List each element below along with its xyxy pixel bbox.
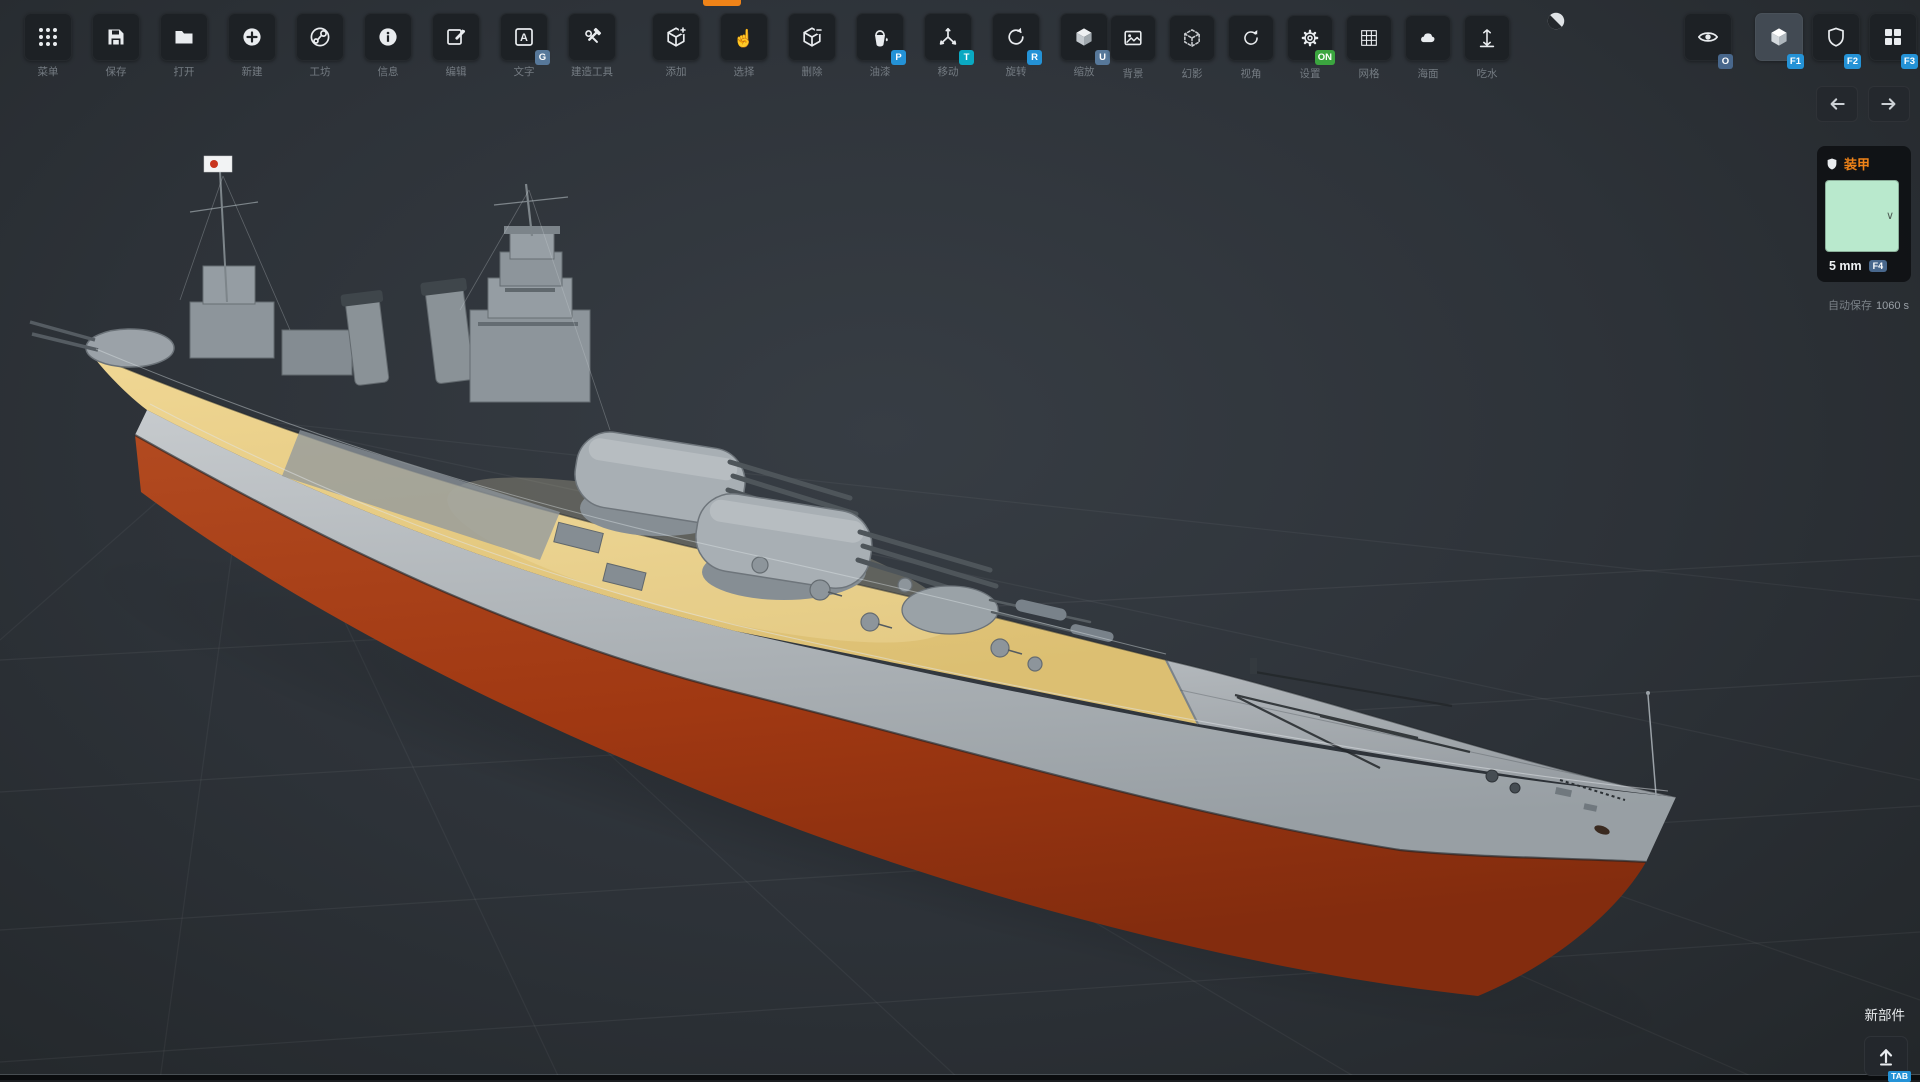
apps-grid-icon — [36, 25, 60, 49]
open-button[interactable]: 打开 — [160, 13, 208, 61]
view-reset-button[interactable]: 视角 — [1228, 15, 1274, 61]
cube-add-icon — [664, 25, 688, 49]
toggle-state-badge: ON — [1315, 50, 1335, 65]
steam-icon — [308, 25, 332, 49]
autosave-status: 自动保存 1060 s — [1828, 297, 1909, 313]
hand-pointer-icon: ☝ — [732, 25, 756, 49]
solid-cube-icon — [1767, 25, 1791, 49]
arrow-right-icon — [1879, 94, 1899, 114]
hotkey-badge: G — [535, 50, 550, 65]
ghost-cube-icon — [1181, 27, 1203, 49]
parts-panel-button[interactable]: F1 — [1755, 13, 1803, 61]
edit-pencil-icon — [444, 25, 468, 49]
add-block-button[interactable]: 添加 — [652, 13, 700, 61]
save-icon — [104, 25, 128, 49]
folder-icon — [172, 25, 196, 49]
armor-color-swatch[interactable]: ∨ — [1825, 180, 1899, 252]
shield-icon — [1825, 157, 1839, 171]
eye-icon — [1696, 25, 1720, 49]
hotkey-badge: F4 — [1869, 260, 1888, 272]
solid-cube-icon — [1072, 25, 1096, 49]
hotkey-badge: TAB — [1888, 1071, 1911, 1082]
letter-a-icon: A — [512, 25, 536, 49]
hotkey-badge: U — [1095, 50, 1110, 65]
hotkey-badge: F3 — [1901, 54, 1918, 69]
hotkey-badge: F1 — [1787, 54, 1804, 69]
layout-panel-button[interactable]: F3 — [1869, 13, 1917, 61]
new-part-label: 新部件 — [1865, 1004, 1906, 1024]
gear-icon — [1299, 27, 1321, 49]
move-tool-button[interactable]: T 移动 — [924, 13, 972, 61]
ghost-blocks-button[interactable]: 幻影 — [1169, 15, 1215, 61]
armor-thickness-value: 5 mm — [1829, 259, 1862, 273]
rename-button[interactable]: 编辑 — [432, 13, 480, 61]
armor-panel-title: 装甲 — [1844, 154, 1870, 173]
toolbar-center: 背景 幻影 视角 ON 设置 网格 海面 吃水 — [1110, 15, 1510, 61]
hotkey-badge: R — [1027, 50, 1042, 65]
visibility-toggle-button[interactable]: O — [1684, 13, 1732, 61]
plus-circle-icon — [240, 25, 264, 49]
hotkey-badge: P — [891, 50, 906, 65]
viewport-3d[interactable] — [0, 0, 1920, 1080]
redo-button[interactable] — [1868, 86, 1910, 122]
axis-gizmo-icon — [936, 25, 960, 49]
blob-icon — [1417, 27, 1439, 49]
draft-marks-button[interactable]: 吃水 — [1464, 15, 1510, 61]
shield-icon — [1824, 25, 1848, 49]
water-toggle-button[interactable]: 海面 — [1405, 15, 1451, 61]
decal-text-button[interactable]: A G 文字 — [500, 13, 548, 61]
tools-icon — [580, 25, 604, 49]
undo-button[interactable] — [1816, 86, 1858, 122]
info-button[interactable]: 信息 — [364, 13, 412, 61]
arrow-left-icon — [1827, 94, 1847, 114]
settings-toggle-button[interactable]: ON 设置 — [1287, 15, 1333, 61]
info-icon — [376, 25, 400, 49]
active-tool-indicator — [703, 0, 741, 6]
rotate-tool-button[interactable]: R 旋转 — [992, 13, 1040, 61]
resize-tool-button[interactable]: U 缩放 — [1060, 13, 1108, 61]
apps-menu-button[interactable]: 菜单 — [24, 13, 72, 61]
autosave-label: 自动保存 — [1828, 300, 1872, 312]
refresh-icon — [1240, 27, 1262, 49]
save-button[interactable]: 保存 — [92, 13, 140, 61]
cube-remove-icon — [800, 25, 824, 49]
select-tool-button[interactable]: ☝ 选择 — [720, 13, 768, 61]
new-button[interactable]: 新建 — [228, 13, 276, 61]
toolbar-left: 菜单 保存 打开 新建 工坊 信息 — [24, 13, 1108, 61]
image-icon — [1122, 27, 1144, 49]
toolbar-right: O F1 F2 F3 — [1684, 13, 1917, 61]
paint-bucket-button[interactable]: P 油漆 — [856, 13, 904, 61]
svg-text:☝: ☝ — [733, 28, 754, 49]
ship-model[interactable] — [30, 156, 1715, 1080]
new-part-button[interactable]: TAB — [1864, 1036, 1908, 1076]
armor-panel: 装甲 ∨ 5 mm F4 — [1817, 146, 1911, 282]
armor-panel-button[interactable]: F2 — [1812, 13, 1860, 61]
chevron-down-icon: ∨ — [1886, 209, 1894, 222]
hotkey-badge: T — [959, 50, 974, 65]
four-squares-icon — [1881, 25, 1905, 49]
autosave-value: 1060 s — [1876, 300, 1909, 312]
grid-icon — [1358, 27, 1380, 49]
status-indicator-icon — [1545, 10, 1567, 32]
arrow-up-icon — [1874, 1044, 1898, 1068]
workshop-button[interactable]: 工坊 — [296, 13, 344, 61]
scenery-button[interactable]: 背景 — [1110, 15, 1156, 61]
bottom-edge-bar — [0, 1075, 1920, 1080]
svg-text:A: A — [520, 32, 528, 44]
history-controls — [1816, 86, 1910, 122]
delete-block-button[interactable]: 删除 — [788, 13, 836, 61]
build-tools-button[interactable]: 建造工具 — [568, 13, 616, 61]
grid-toggle-button[interactable]: 网格 — [1346, 15, 1392, 61]
draft-arrow-icon — [1476, 27, 1498, 49]
hotkey-badge: F2 — [1844, 54, 1861, 69]
hotkey-badge: O — [1718, 54, 1733, 69]
rotate-arrow-icon — [1004, 25, 1028, 49]
paint-bucket-icon — [868, 25, 892, 49]
